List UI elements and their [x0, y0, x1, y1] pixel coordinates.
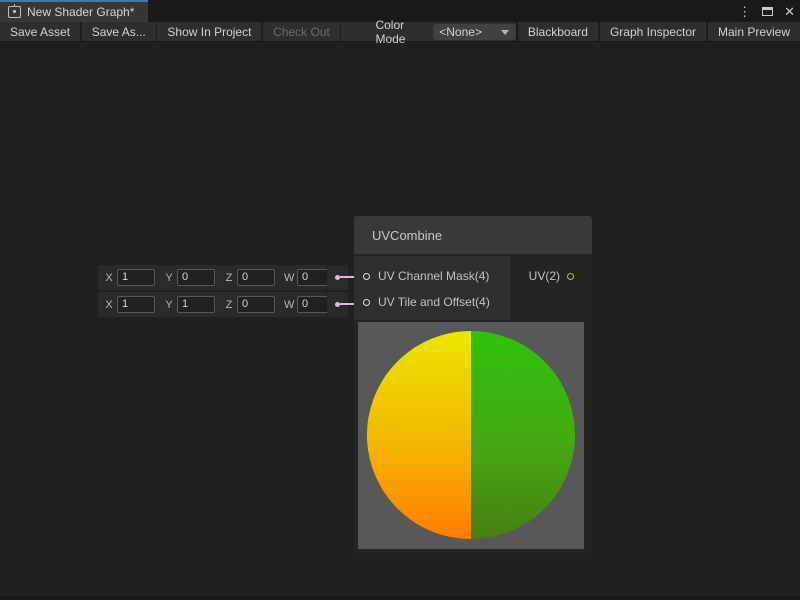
y-field[interactable]: 1 — [177, 296, 215, 313]
view-toggle-group: Blackboard Graph Inspector Main Preview — [516, 22, 800, 41]
node-preview[interactable] — [358, 322, 584, 549]
vector4-input-row-1: X 1 Y 0 Z 0 W 0 — [98, 265, 326, 290]
save-as-button[interactable]: Save As... — [82, 22, 156, 41]
main-preview-button[interactable]: Main Preview — [708, 22, 800, 41]
x-field-label: X — [104, 272, 114, 284]
sphere-left-half — [367, 331, 471, 539]
node-body: UV Channel Mask(4) UV Tile and Offset(4)… — [354, 256, 592, 320]
graph-inspector-button[interactable]: Graph Inspector — [600, 22, 706, 41]
node-title: UVCombine — [372, 228, 442, 243]
output-port-row: UV(2) — [510, 263, 592, 289]
w-field-label: W — [284, 272, 294, 284]
z-field-label: Z — [224, 299, 234, 311]
show-in-project-button[interactable]: Show In Project — [157, 22, 261, 41]
toolbar: Save Asset Save As... Show In Project Ch… — [0, 22, 800, 42]
shader-graph-icon — [8, 6, 21, 18]
maximize-icon[interactable] — [762, 7, 773, 16]
color-mode-group: Color Mode <None> — [375, 22, 515, 41]
z-field[interactable]: 0 — [237, 269, 275, 286]
node-input-ports: UV Channel Mask(4) UV Tile and Offset(4) — [354, 256, 510, 320]
input-port-label: UV Tile and Offset(4) — [378, 295, 490, 309]
input-port-label: UV Channel Mask(4) — [378, 269, 489, 283]
chevron-down-icon — [501, 30, 509, 35]
save-asset-button[interactable]: Save Asset — [0, 22, 80, 41]
node-output-ports: UV(2) — [510, 256, 592, 320]
input-port-icon[interactable] — [363, 299, 370, 306]
w-field-label: W — [284, 299, 294, 311]
node-title-bar[interactable]: UVCombine — [354, 216, 592, 256]
sphere-right-half — [471, 331, 575, 539]
node-uvcombine[interactable]: UVCombine UV Channel Mask(4) UV Tile and… — [354, 216, 592, 553]
node-preview-container — [354, 320, 592, 553]
preview-sphere — [367, 331, 575, 539]
close-icon[interactable]: ✕ — [784, 5, 795, 18]
output-port-icon[interactable] — [567, 273, 574, 280]
check-out-button: Check Out — [263, 22, 340, 41]
z-field[interactable]: 0 — [237, 296, 275, 313]
shader-graph-window: New Shader Graph* ⋮ ✕ Save Asset Save As… — [0, 0, 800, 600]
y-field-label: Y — [164, 272, 174, 284]
blackboard-button[interactable]: Blackboard — [518, 22, 598, 41]
output-port-label: UV(2) — [529, 269, 560, 283]
window-controls: ⋮ ✕ — [738, 0, 795, 22]
graph-canvas[interactable]: X 1 Y 0 Z 0 W 0 X 1 Y 1 Z 0 W 0 — [0, 43, 800, 600]
color-mode-value: <None> — [439, 25, 482, 39]
color-mode-label: Color Mode — [375, 18, 425, 46]
x-field-label: X — [104, 299, 114, 311]
y-field[interactable]: 0 — [177, 269, 215, 286]
z-field-label: Z — [224, 272, 234, 284]
input-port-icon[interactable] — [363, 273, 370, 280]
y-field-label: Y — [164, 299, 174, 311]
vector4-input-row-2: X 1 Y 1 Z 0 W 0 — [98, 292, 326, 317]
window-menu-icon[interactable]: ⋮ — [738, 5, 751, 18]
input-port-row: UV Channel Mask(4) — [354, 263, 510, 289]
tab-title: New Shader Graph* — [27, 5, 134, 19]
color-mode-dropdown[interactable]: <None> — [433, 24, 516, 40]
x-field[interactable]: 1 — [117, 269, 155, 286]
tab-new-shader-graph[interactable]: New Shader Graph* — [0, 0, 148, 22]
toolbar-separator — [340, 22, 342, 41]
bottom-edge — [0, 596, 800, 600]
input-port-row: UV Tile and Offset(4) — [354, 289, 510, 315]
x-field[interactable]: 1 — [117, 296, 155, 313]
